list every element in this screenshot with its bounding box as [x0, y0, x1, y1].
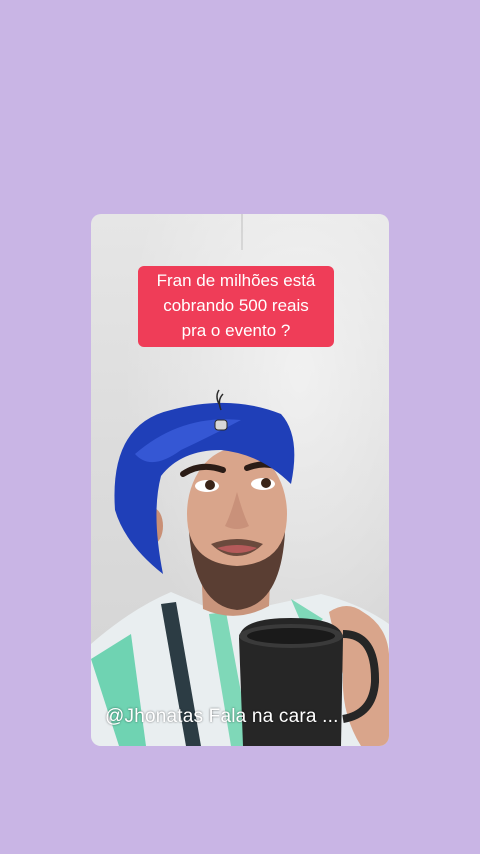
story-card[interactable]: Fran de milhões está cobrando 500 reais … — [91, 214, 389, 746]
story-caption: Fran de milhões está cobrando 500 reais … — [138, 266, 334, 347]
account-handle[interactable]: @Jhonatas Fala na cara ... — [105, 706, 339, 728]
caption-line: pra o evento ? — [181, 321, 291, 340]
caption-line: cobrando 500 reais — [163, 296, 309, 315]
caption-line: Fran de milhões está — [156, 271, 316, 290]
